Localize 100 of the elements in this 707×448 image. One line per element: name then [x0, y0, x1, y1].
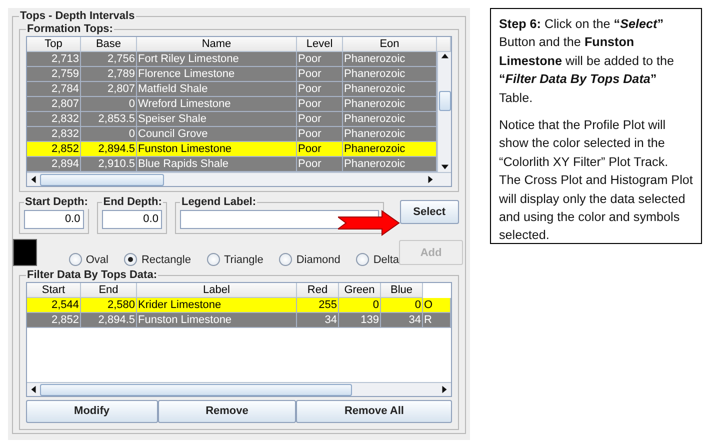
column-header[interactable]: Red	[297, 283, 339, 298]
table-cell: Phanerozoic	[343, 97, 437, 112]
table-cell: Poor	[297, 157, 343, 172]
table-cell: 2,756	[81, 52, 137, 67]
column-header[interactable]: Green	[339, 283, 381, 298]
field-label: End Depth:	[102, 196, 163, 209]
table-cell: Poor	[297, 52, 343, 67]
table-cell: Poor	[297, 127, 343, 142]
table-cell: 2,894.5	[81, 142, 137, 157]
table-cell: Funston Limestone	[137, 313, 297, 328]
table-row[interactable]: 2,852 2,894.5 Funston Limestone 34 139 34 R	[27, 313, 451, 328]
radio-option[interactable]: Rectangle	[124, 252, 191, 268]
table-cell: Poor	[297, 142, 343, 157]
table-cell: 2,580	[81, 298, 137, 313]
table-cell: 2,852	[27, 313, 81, 328]
table-cell: Phanerozoic	[343, 82, 437, 97]
column-header[interactable]: Start	[27, 283, 81, 298]
table-cell: Wreford Limestone	[137, 97, 297, 112]
table-cell: Phanerozoic	[343, 142, 437, 157]
table-row[interactable]: 2,713 2,756 Fort Riley Limestone Poor Phanerozoic	[27, 52, 437, 67]
table-cell: Phanerozoic	[343, 127, 437, 142]
table-cell: 34	[381, 313, 423, 328]
table-cell: 2,713	[27, 52, 81, 67]
color-swatch[interactable]	[13, 239, 37, 266]
scroll-left-icon[interactable]	[29, 385, 38, 394]
scrollbar-corner	[437, 172, 451, 186]
table-cell: Fort Riley Limestone	[137, 52, 297, 67]
table-cell: Krider Limestone	[137, 298, 297, 313]
table-cell: Council Grove	[137, 127, 297, 142]
table-cell: 2,544	[27, 298, 81, 313]
table-row[interactable]: 2,759 2,789 Florence Limestone Poor Phanerozoic	[27, 67, 437, 82]
action-button[interactable]: Modify	[26, 400, 158, 423]
instruction-note: Step 6: Click on the “Select” Button and the Funston Limestone will be added to the “Filter Data By Tops Data” Table. Notice that the Profile Plot will show the color selected in the “Colorlith XY Filter” Plot Track. The Cross Plot and Histogram Plot will display only the data selected and using the color and symbols selected.	[490, 8, 702, 244]
table-cell: R	[423, 313, 451, 328]
column-header[interactable]: Base	[81, 37, 137, 52]
select-button[interactable]: Select	[400, 200, 459, 224]
horizontal-scrollbar[interactable]	[27, 382, 451, 396]
scroll-left-icon[interactable]	[29, 175, 38, 184]
table-cell: 2,832	[27, 112, 81, 127]
table-cell: Funston Limestone	[137, 142, 297, 157]
table-cell: 2,852	[27, 142, 81, 157]
table-cell: Poor	[297, 97, 343, 112]
table-row[interactable]: 2,544 2,580 Krider Limestone 255 0 0 O	[27, 298, 451, 313]
table-cell: Phanerozoic	[343, 67, 437, 82]
table-cell: 0	[81, 97, 137, 112]
table-cell: 0	[81, 127, 137, 142]
arrow-icon	[338, 210, 400, 236]
header-corner	[437, 37, 451, 52]
table-cell: 139	[339, 313, 381, 328]
radio-option[interactable]: Oval	[68, 252, 108, 268]
table-cell: 2,894.5	[81, 313, 137, 328]
field-label: Start Depth:	[24, 196, 89, 209]
table-cell: Blue Rapids Shale	[137, 157, 297, 172]
column-header[interactable]: End	[81, 283, 137, 298]
table-cell: Phanerozoic	[343, 52, 437, 67]
scroll-thumb[interactable]	[438, 91, 450, 111]
table-row[interactable]: 2,807 0 Wreford Limestone Poor Phanerozoic	[27, 97, 437, 112]
scroll-thumb[interactable]	[40, 384, 352, 396]
input-field[interactable]: 0.0	[24, 210, 84, 228]
table-cell: Speiser Shale	[137, 112, 297, 127]
horizontal-scrollbar[interactable]	[27, 172, 437, 186]
table-cell: 2,784	[27, 82, 81, 97]
radio-option[interactable]: Diamond	[279, 252, 340, 268]
table-row[interactable]: 2,832 0 Council Grove Poor Phanerozoic	[27, 127, 437, 142]
section-title: Filter Data By Tops Data:	[26, 269, 158, 282]
table-cell: Poor	[297, 82, 343, 97]
table-row[interactable]: 2,852 2,894.5 Funston Limestone Poor Phanerozoic	[27, 142, 437, 157]
table-row[interactable]: 2,832 2,853.5 Speiser Shale Poor Phanerozoic	[27, 112, 437, 127]
column-header[interactable]: Top	[27, 37, 81, 52]
scroll-right-icon[interactable]	[426, 175, 435, 184]
scroll-right-icon[interactable]	[440, 385, 449, 394]
table-cell: Poor	[297, 67, 343, 82]
table-cell: 34	[297, 313, 339, 328]
table-cell: O	[423, 298, 451, 313]
radio-option[interactable]: Triangle	[206, 252, 264, 268]
field-label: Legend Label:	[180, 196, 258, 209]
table-cell: 2,807	[81, 82, 137, 97]
table-cell: Florence Limestone	[137, 67, 297, 82]
column-header[interactable]: Name	[137, 37, 297, 52]
vertical-scrollbar[interactable]	[437, 52, 451, 172]
table-cell: 2,894	[27, 157, 81, 172]
panel-title: Tops - Depth Intervals	[19, 10, 136, 23]
scroll-thumb[interactable]	[40, 174, 164, 186]
action-button[interactable]: Remove All	[296, 400, 452, 423]
radio-option[interactable]: Delta	[356, 252, 400, 268]
action-button[interactable]: Remove	[158, 400, 296, 423]
column-header[interactable]: Level	[297, 37, 343, 52]
column-header[interactable]: Eon	[343, 37, 437, 52]
table-cell: 2,832	[27, 127, 81, 142]
column-header[interactable]: Blue	[381, 283, 423, 298]
table-cell: Phanerozoic	[343, 112, 437, 127]
table-cell: 0	[381, 298, 423, 313]
column-header[interactable]: Label	[137, 283, 297, 298]
table-row[interactable]: 2,784 2,807 Matfield Shale Poor Phanerozoic	[27, 82, 437, 97]
table-cell: 2,789	[81, 67, 137, 82]
table-row[interactable]: 2,894 2,910.5 Blue Rapids Shale Poor Phanerozoic	[27, 157, 437, 172]
table-cell: 255	[297, 298, 339, 313]
table-cell: 0	[339, 298, 381, 313]
table-cell: Phanerozoic	[343, 157, 437, 172]
input-field[interactable]: 0.0	[102, 210, 162, 228]
